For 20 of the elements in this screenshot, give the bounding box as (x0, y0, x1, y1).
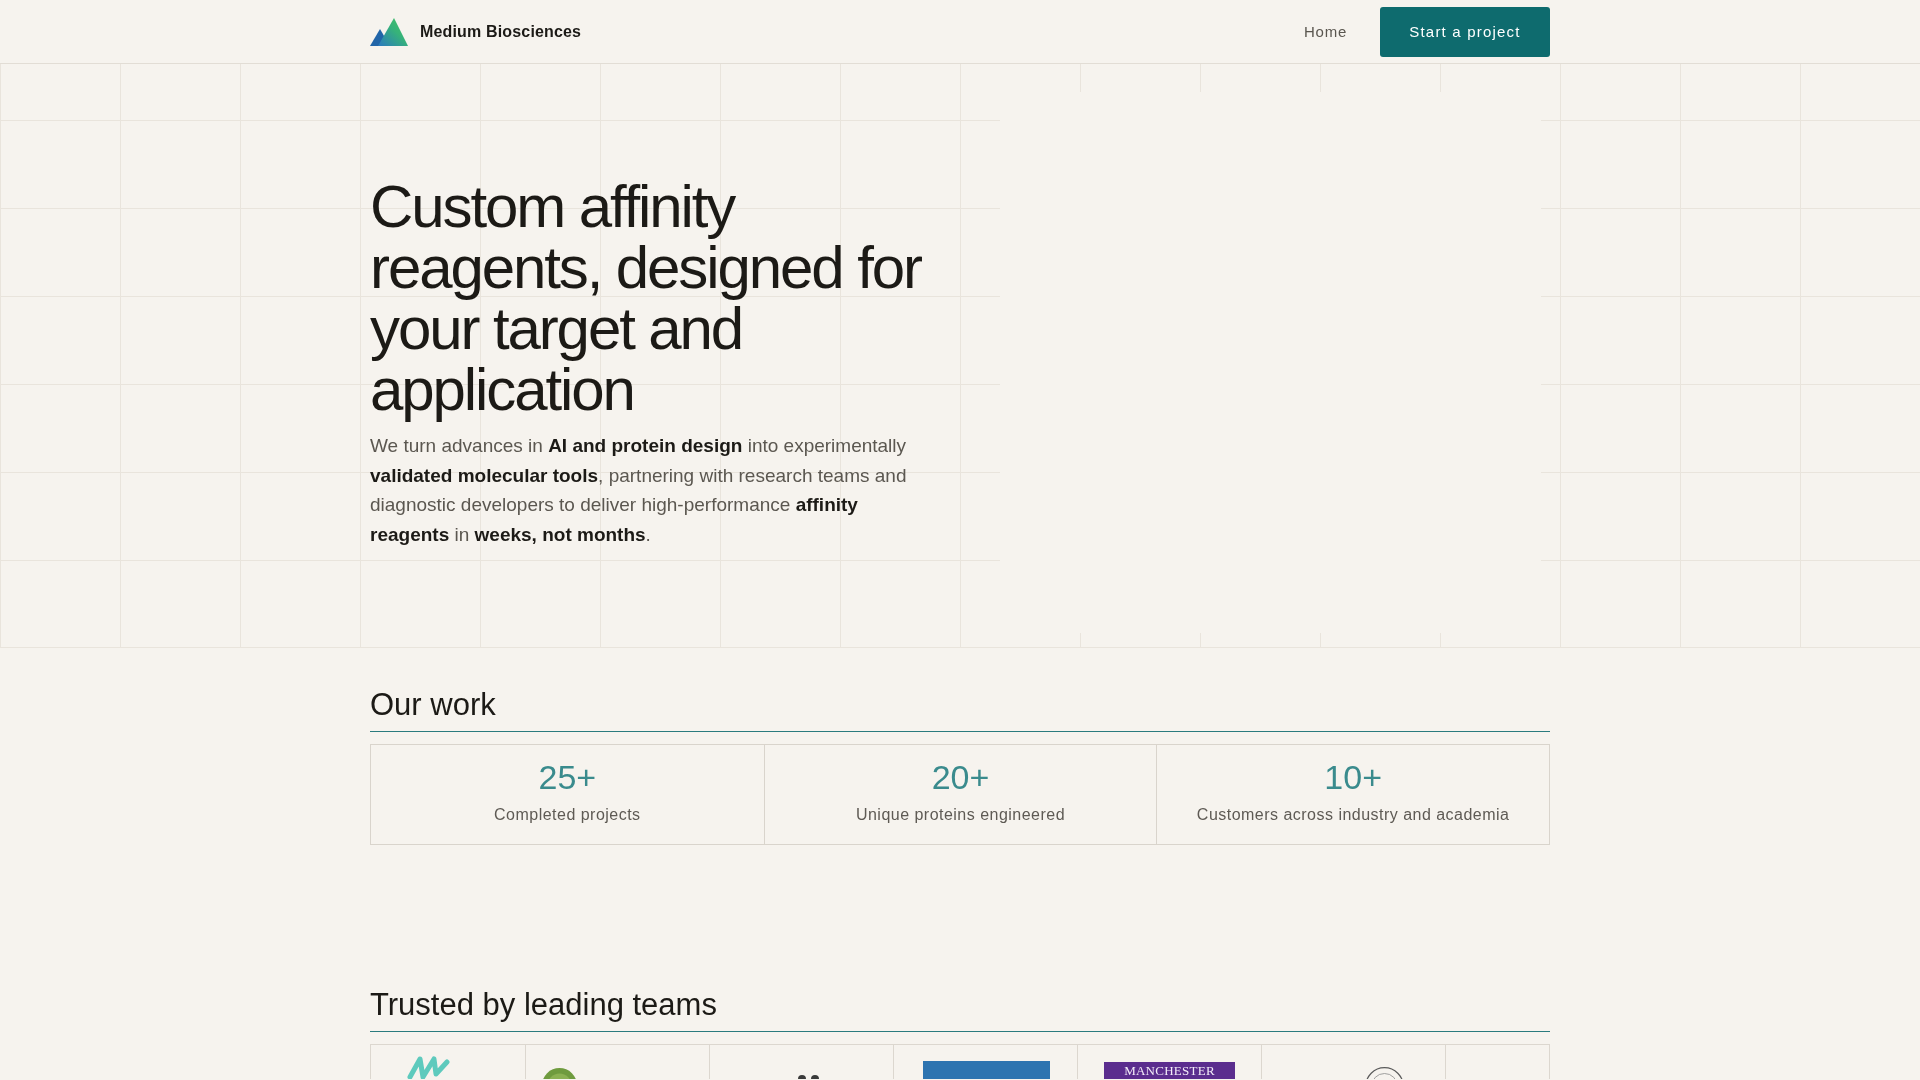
brand-name[interactable]: Medium Biosciences (420, 22, 582, 41)
section-heading: Trusted by leading teams (370, 986, 718, 1024)
stat-value: 20+ (931, 757, 990, 797)
rectangle-logo-icon (923, 1061, 1050, 1079)
stat-label: Unique proteins engineered (855, 805, 1066, 825)
circle-logo-icon (542, 1068, 577, 1079)
mountain-logo-icon[interactable] (370, 17, 408, 46)
stat-label: Customers across industry and academia (1196, 805, 1510, 825)
nav-link[interactable]: Home (1304, 23, 1347, 40)
stat-value: 25+ (538, 757, 597, 797)
stat-value: 10+ (1324, 757, 1382, 797)
dots-logo-icon (798, 1075, 819, 1079)
start-project-button[interactable]: Start a project (1380, 6, 1550, 57)
seal-logo-icon (1365, 1067, 1404, 1079)
brush-stroke-logo-icon (406, 1056, 451, 1079)
stat-label: Completed projects (494, 805, 641, 825)
section-heading: Our work (370, 686, 497, 724)
wordmark-logo: MANCHESTER (1104, 1062, 1235, 1079)
hero-heading: Custom affinity reagents, designed for your target and application (370, 176, 923, 420)
hero-description: We turn advances in AI and protein design into experimentally validated molecular tools, partnering with research teams and diagnostic developers to deliver high-performance affinity reagents in weeks, not months. (370, 434, 908, 547)
